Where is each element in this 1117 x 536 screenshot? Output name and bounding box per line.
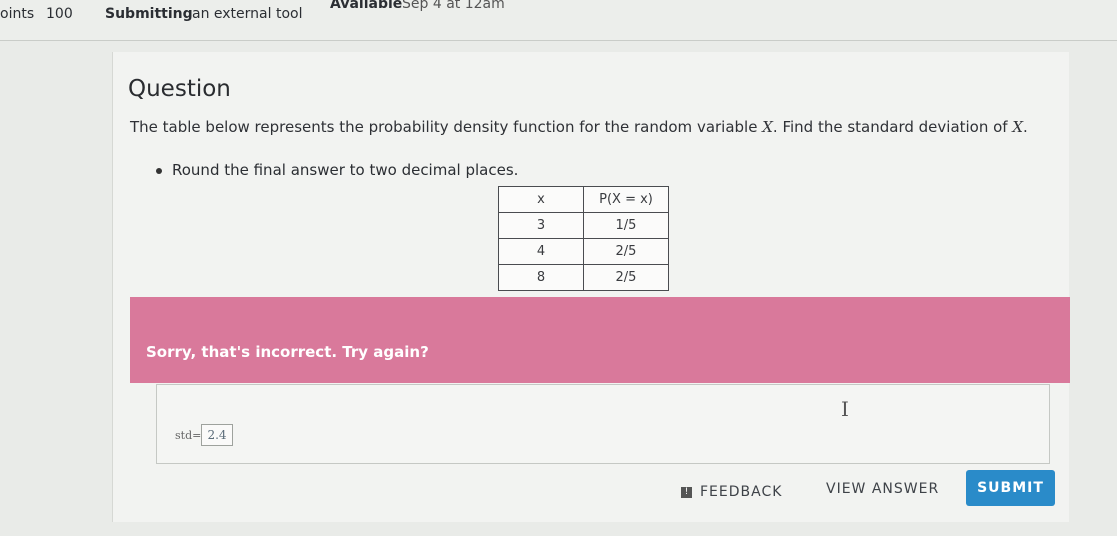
assignment-header: oints 100 Submitting an external tool Av… — [0, 0, 1117, 41]
table-row: 8 2/5 — [498, 264, 669, 291]
submitting-label: Submitting — [105, 6, 193, 22]
prompt-part-3: . — [1023, 118, 1028, 136]
table-header-px: P(X = x) — [583, 186, 669, 213]
bullet-icon — [156, 167, 162, 174]
points-value: 100 — [46, 6, 73, 22]
table-row: 3 1/5 — [498, 212, 669, 239]
table-cell-x: 3 — [498, 212, 584, 239]
available-label: Available — [330, 0, 403, 12]
submitting-value: an external tool — [192, 6, 303, 22]
std-label: std= — [175, 429, 202, 442]
feedback-icon: ! — [681, 486, 692, 498]
feedback-button[interactable]: ! FEEDBACK — [681, 484, 782, 500]
random-variable: X — [762, 118, 773, 136]
text-cursor-icon: I — [841, 397, 849, 421]
points-label: oints — [0, 6, 35, 22]
table-header-row: x P(X = x) — [498, 186, 669, 213]
error-message: Sorry, that's incorrect. Try again? — [146, 343, 429, 361]
prompt-part-1: The table below represents the probabili… — [130, 118, 763, 136]
table-cell-p: 2/5 — [583, 264, 669, 291]
pdf-table: x P(X = x) 3 1/5 4 2/5 8 2/5 — [498, 186, 669, 291]
instruction-bullet: Round the final answer to two decimal pl… — [156, 161, 518, 179]
available-value: Sep 4 at 12am — [402, 0, 505, 12]
table-cell-x: 4 — [498, 238, 584, 265]
prompt-part-2: . Find the standard deviation of — [772, 118, 1013, 136]
submit-button[interactable]: SUBMIT — [966, 470, 1055, 506]
question-title: Question — [128, 76, 231, 102]
table-cell-p: 1/5 — [583, 212, 669, 239]
table-row: 4 2/5 — [498, 238, 669, 265]
feedback-label: FEEDBACK — [700, 484, 783, 500]
answer-area[interactable]: std= 2.4 I — [156, 384, 1050, 464]
question-prompt: The table below represents the probabili… — [130, 118, 1028, 136]
table-cell-x: 8 — [498, 264, 584, 291]
error-banner: Sorry, that's incorrect. Try again? — [130, 297, 1070, 383]
view-answer-button[interactable]: VIEW ANSWER — [826, 481, 939, 497]
std-input[interactable]: 2.4 — [201, 424, 233, 446]
table-cell-p: 2/5 — [583, 238, 669, 265]
random-variable: X — [1012, 118, 1024, 136]
table-header-x: x — [498, 186, 584, 213]
instruction-text: Round the final answer to two decimal pl… — [172, 161, 519, 179]
